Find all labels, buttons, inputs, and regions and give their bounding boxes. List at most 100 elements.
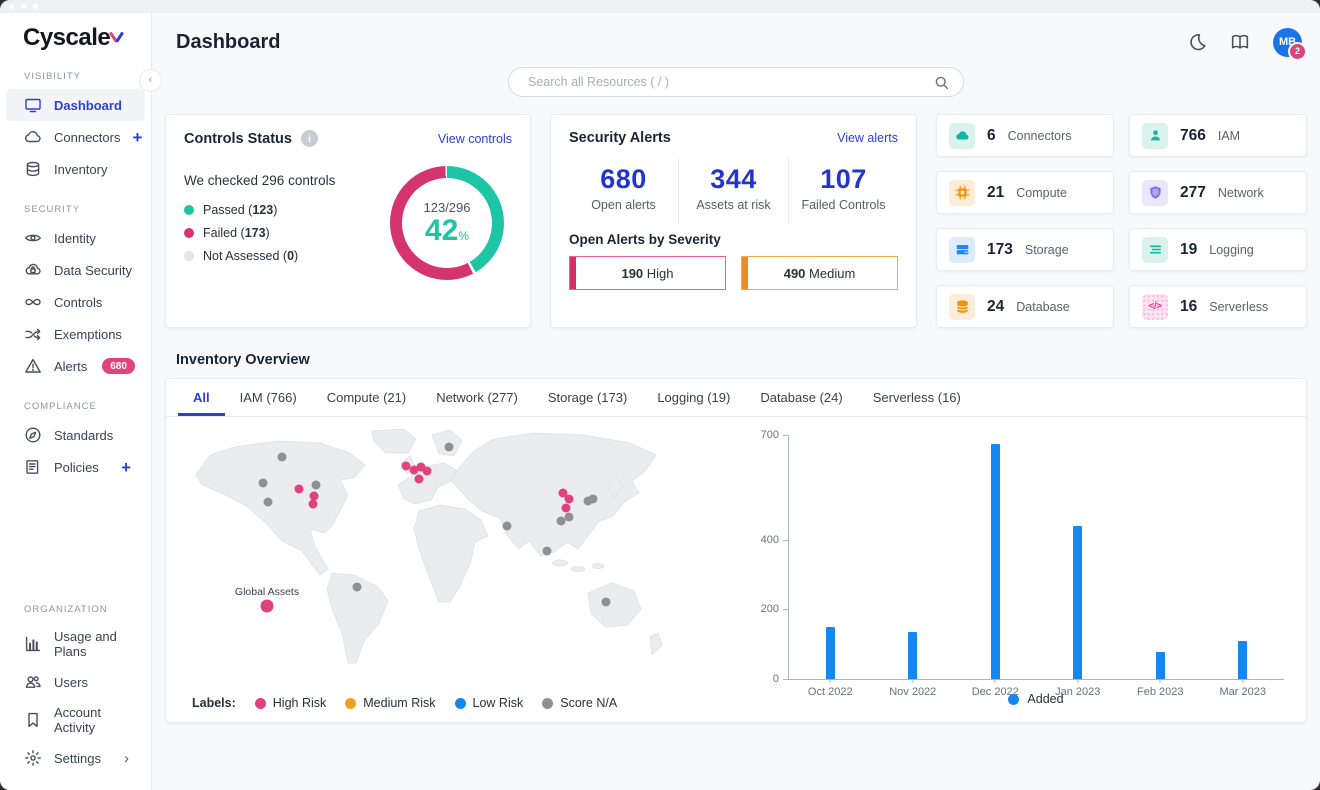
severity-label: 190 High: [621, 266, 673, 281]
network-icon: [1142, 180, 1168, 206]
legend-label: Passed (123): [203, 203, 277, 217]
main-content: Dashboard MB 2: [152, 13, 1320, 790]
resource-count: 173: [987, 241, 1013, 259]
severity-high-box[interactable]: 190 High: [569, 256, 726, 290]
book-icon[interactable]: [1230, 32, 1250, 52]
chevron-right-icon[interactable]: ›: [124, 751, 129, 766]
tab-network-277[interactable]: Network (277): [421, 379, 533, 416]
global-assets-dot: [261, 600, 274, 613]
y-axis-tick: [783, 609, 789, 610]
info-icon[interactable]: i: [301, 130, 318, 147]
sidebar-item-label: Alerts: [54, 359, 87, 374]
sidebar-item-account-activity[interactable]: Account Activity: [6, 698, 145, 742]
sidebar-item-policies[interactable]: Policies+: [6, 451, 145, 483]
avatar[interactable]: MB 2: [1273, 28, 1302, 57]
resource-card-network[interactable]: 277Network: [1129, 171, 1307, 214]
sidebar-item-identity[interactable]: Identity: [6, 222, 145, 254]
window-titlebar: [0, 0, 1320, 13]
sidebar-collapse-button[interactable]: ‹: [139, 69, 162, 92]
sidebar-item-data-security[interactable]: Data Security: [6, 254, 145, 286]
search-input[interactable]: [526, 74, 933, 90]
sidebar-item-label: Usage and Plans: [54, 629, 139, 659]
legend-label: Failed (173): [203, 226, 270, 240]
sidebar-item-label: Account Activity: [54, 705, 139, 735]
sidebar-item-label: Users: [54, 675, 88, 690]
users-icon: [24, 673, 42, 691]
map-legend-title: Labels:: [192, 696, 236, 710]
view-controls-link[interactable]: View controls: [438, 132, 512, 146]
map-legend-item-na: Score N/A: [542, 696, 617, 710]
resource-label: Compute: [1016, 186, 1067, 200]
controls-legend-item: Not Assessed (0): [184, 249, 390, 263]
resource-card-serverless[interactable]: </>16Serverless: [1129, 285, 1307, 328]
sidebar-item-inventory[interactable]: Inventory: [6, 153, 145, 185]
bar-mar-2023: [1238, 641, 1247, 679]
search-icon[interactable]: [933, 74, 950, 91]
sidebar-item-label: Inventory: [54, 162, 107, 177]
controls-legend-item: Failed (173): [184, 226, 390, 240]
window-control-dot[interactable]: [21, 4, 26, 9]
nav-section: COMPLIANCEStandardsPolicies+: [6, 382, 145, 483]
alert-stat-value: 680: [569, 164, 678, 195]
resource-card-logging[interactable]: 19Logging: [1129, 228, 1307, 271]
add-icon[interactable]: +: [121, 459, 131, 476]
resource-card-compute[interactable]: 21Compute: [936, 171, 1114, 214]
resource-card-storage[interactable]: 173 Storage: [936, 228, 1114, 271]
nav-section-label: VISIBILITY: [24, 71, 145, 82]
y-axis-tick: [783, 679, 789, 680]
moon-icon[interactable]: [1187, 32, 1207, 52]
page-header: Dashboard MB 2: [165, 13, 1307, 65]
infinity-icon: [24, 293, 42, 311]
x-axis-tick: [1077, 679, 1078, 683]
resource-count: 24: [987, 298, 1004, 316]
map-legend-item-high: High Risk: [255, 696, 327, 710]
eye-icon: [24, 229, 42, 247]
sidebar-item-standards[interactable]: Standards: [6, 419, 145, 451]
sidebar-item-controls[interactable]: Controls: [6, 286, 145, 318]
sidebar-item-connectors[interactable]: Connectors+: [6, 121, 145, 153]
view-alerts-link[interactable]: View alerts: [837, 131, 898, 145]
sidebar-item-alerts[interactable]: Alerts680: [6, 350, 145, 382]
bar-chart-icon: [24, 635, 42, 653]
app-window: Cyscale ‹ VISIBILITYDashboardConnectors+…: [0, 0, 1320, 790]
add-icon[interactable]: +: [132, 129, 142, 146]
resource-label: Database: [1016, 300, 1070, 314]
tab-iam-766[interactable]: IAM (766): [225, 379, 312, 416]
resource-label: Logging: [1209, 243, 1254, 257]
tab-compute-21[interactable]: Compute (21): [312, 379, 421, 416]
asset-dot-na: [445, 443, 454, 452]
sidebar-item-label: Controls: [54, 295, 102, 310]
tab-all[interactable]: All: [178, 379, 225, 416]
asset-dot-high: [423, 467, 432, 476]
page-title: Dashboard: [176, 31, 280, 54]
x-axis-tick: [830, 679, 831, 683]
sidebar-item-users[interactable]: Users: [6, 666, 145, 698]
map-legend-label: Score N/A: [560, 696, 617, 710]
controls-legend: Passed (123) Failed (173) Not Assessed (0): [184, 203, 390, 263]
resource-label: Storage: [1025, 243, 1069, 257]
compass-icon: [24, 426, 42, 444]
inventory-tabs: AllIAM (766)Compute (21)Network (277)Sto…: [166, 379, 1306, 417]
resource-card-connectors[interactable]: 6Connectors: [936, 114, 1114, 157]
sidebar: Cyscale ‹ VISIBILITYDashboardConnectors+…: [0, 13, 152, 790]
window-control-dot[interactable]: [33, 4, 38, 9]
sidebar-item-dashboard[interactable]: Dashboard: [6, 89, 145, 121]
cloud-icon: [24, 128, 42, 146]
tab-logging-19[interactable]: Logging (19): [642, 379, 745, 416]
sidebar-item-usage-and-plans[interactable]: Usage and Plans: [6, 622, 145, 666]
window-control-dot[interactable]: [9, 4, 14, 9]
asset-dot-high: [309, 500, 318, 509]
x-axis-tick: [1242, 679, 1243, 683]
stack-icon: [24, 160, 42, 178]
tab-database-24[interactable]: Database (24): [745, 379, 857, 416]
tab-storage-173[interactable]: Storage (173): [533, 379, 643, 416]
chart-legend: Added: [788, 692, 1284, 706]
tab-serverless-16[interactable]: Serverless (16): [858, 379, 976, 416]
resource-card-database[interactable]: 24 Database: [936, 285, 1114, 328]
resource-card-iam[interactable]: 766IAM: [1129, 114, 1307, 157]
sidebar-item-settings[interactable]: Settings›: [6, 742, 145, 774]
severity-medium-box[interactable]: 490 Medium: [741, 256, 898, 290]
sidebar-item-exemptions[interactable]: Exemptions: [6, 318, 145, 350]
map-legend: Labels: High RiskMedium RiskLow RiskScor…: [192, 696, 740, 710]
controls-status-title: Controls Status: [184, 131, 292, 147]
